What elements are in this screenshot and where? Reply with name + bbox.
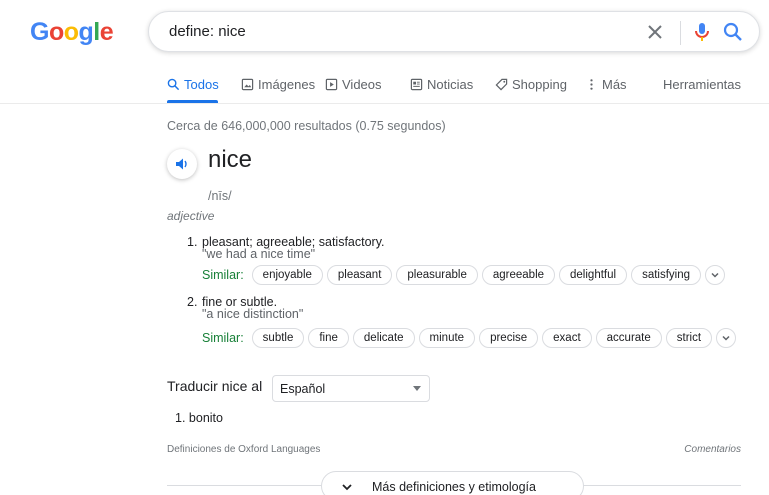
tab-shopping[interactable]: Shopping bbox=[495, 77, 567, 92]
tabs-divider bbox=[0, 103, 769, 104]
search-box[interactable]: define: nice bbox=[148, 11, 760, 52]
similar-row-2: Similar: subtle fine delicate minute pre… bbox=[202, 328, 737, 348]
similar-chip[interactable]: subtle bbox=[251, 328, 305, 348]
chevron-down-icon bbox=[711, 272, 719, 278]
translate-label: Traducir nice al bbox=[167, 378, 263, 394]
sense-example: "we had a nice time" bbox=[202, 247, 316, 261]
search-icon bbox=[167, 78, 180, 91]
video-icon bbox=[325, 78, 338, 91]
similar-chip[interactable]: enjoyable bbox=[251, 265, 323, 285]
sense-example: "a nice distinction" bbox=[202, 307, 304, 321]
tab-herramientas[interactable]: Herramientas bbox=[663, 77, 741, 92]
similar-chip[interactable]: satisfying bbox=[631, 265, 701, 285]
search-divider bbox=[680, 21, 681, 45]
news-icon bbox=[410, 78, 423, 91]
similar-chip[interactable]: strict bbox=[665, 328, 713, 348]
tab-imagenes[interactable]: Imágenes bbox=[241, 77, 315, 92]
similar-chip[interactable]: delightful bbox=[559, 265, 628, 285]
tab-todos[interactable]: Todos bbox=[167, 77, 219, 92]
image-icon bbox=[241, 78, 254, 91]
similar-chip[interactable]: pleasant bbox=[326, 265, 393, 285]
speaker-icon bbox=[176, 158, 187, 170]
chevron-down-icon bbox=[722, 335, 730, 341]
similar-chip[interactable]: fine bbox=[308, 328, 349, 348]
similar-chip[interactable]: pleasurable bbox=[396, 265, 478, 285]
pronunciation-button[interactable] bbox=[167, 149, 197, 179]
more-definitions-button[interactable]: Más definiciones y etimología bbox=[321, 471, 584, 495]
part-of-speech: adjective bbox=[167, 209, 215, 223]
search-input[interactable]: define: nice bbox=[169, 23, 246, 40]
source-attribution[interactable]: Definiciones de Oxford Languages bbox=[167, 444, 320, 455]
close-icon[interactable] bbox=[643, 20, 667, 44]
similar-chip[interactable]: exact bbox=[542, 328, 592, 348]
expand-similar-button[interactable] bbox=[705, 265, 725, 285]
feedback-link[interactable]: Comentarios bbox=[684, 444, 741, 455]
google-logo[interactable]: Google bbox=[30, 18, 114, 47]
similar-chip[interactable]: accurate bbox=[595, 328, 662, 348]
expand-similar-button[interactable] bbox=[716, 328, 737, 348]
phonetic: /nīs/ bbox=[208, 189, 232, 203]
language-select[interactable]: Español bbox=[272, 375, 430, 402]
chevron-down-icon bbox=[342, 484, 352, 491]
similar-chip[interactable]: precise bbox=[479, 328, 539, 348]
search-icon[interactable] bbox=[721, 20, 745, 44]
tag-icon bbox=[495, 78, 508, 91]
more-vert-icon bbox=[590, 79, 593, 90]
headword: nice bbox=[208, 146, 253, 173]
dropdown-arrow-icon bbox=[413, 386, 421, 391]
translation-item: 1. bonito bbox=[175, 411, 223, 425]
similar-chip[interactable]: minute bbox=[418, 328, 476, 348]
similar-row-1: Similar: enjoyable pleasant pleasurable … bbox=[202, 265, 725, 285]
result-stats: Cerca de 646,000,000 resultados (0.75 se… bbox=[167, 119, 446, 133]
similar-chip[interactable]: agreeable bbox=[481, 265, 556, 285]
search-tabs: Todos Imágenes Videos Noticias Shopping … bbox=[166, 77, 746, 103]
similar-chip[interactable]: delicate bbox=[352, 328, 415, 348]
tab-mas[interactable]: Más bbox=[585, 77, 627, 92]
tab-videos[interactable]: Videos bbox=[325, 77, 382, 92]
tab-noticias[interactable]: Noticias bbox=[410, 77, 473, 92]
microphone-icon[interactable] bbox=[690, 20, 714, 44]
